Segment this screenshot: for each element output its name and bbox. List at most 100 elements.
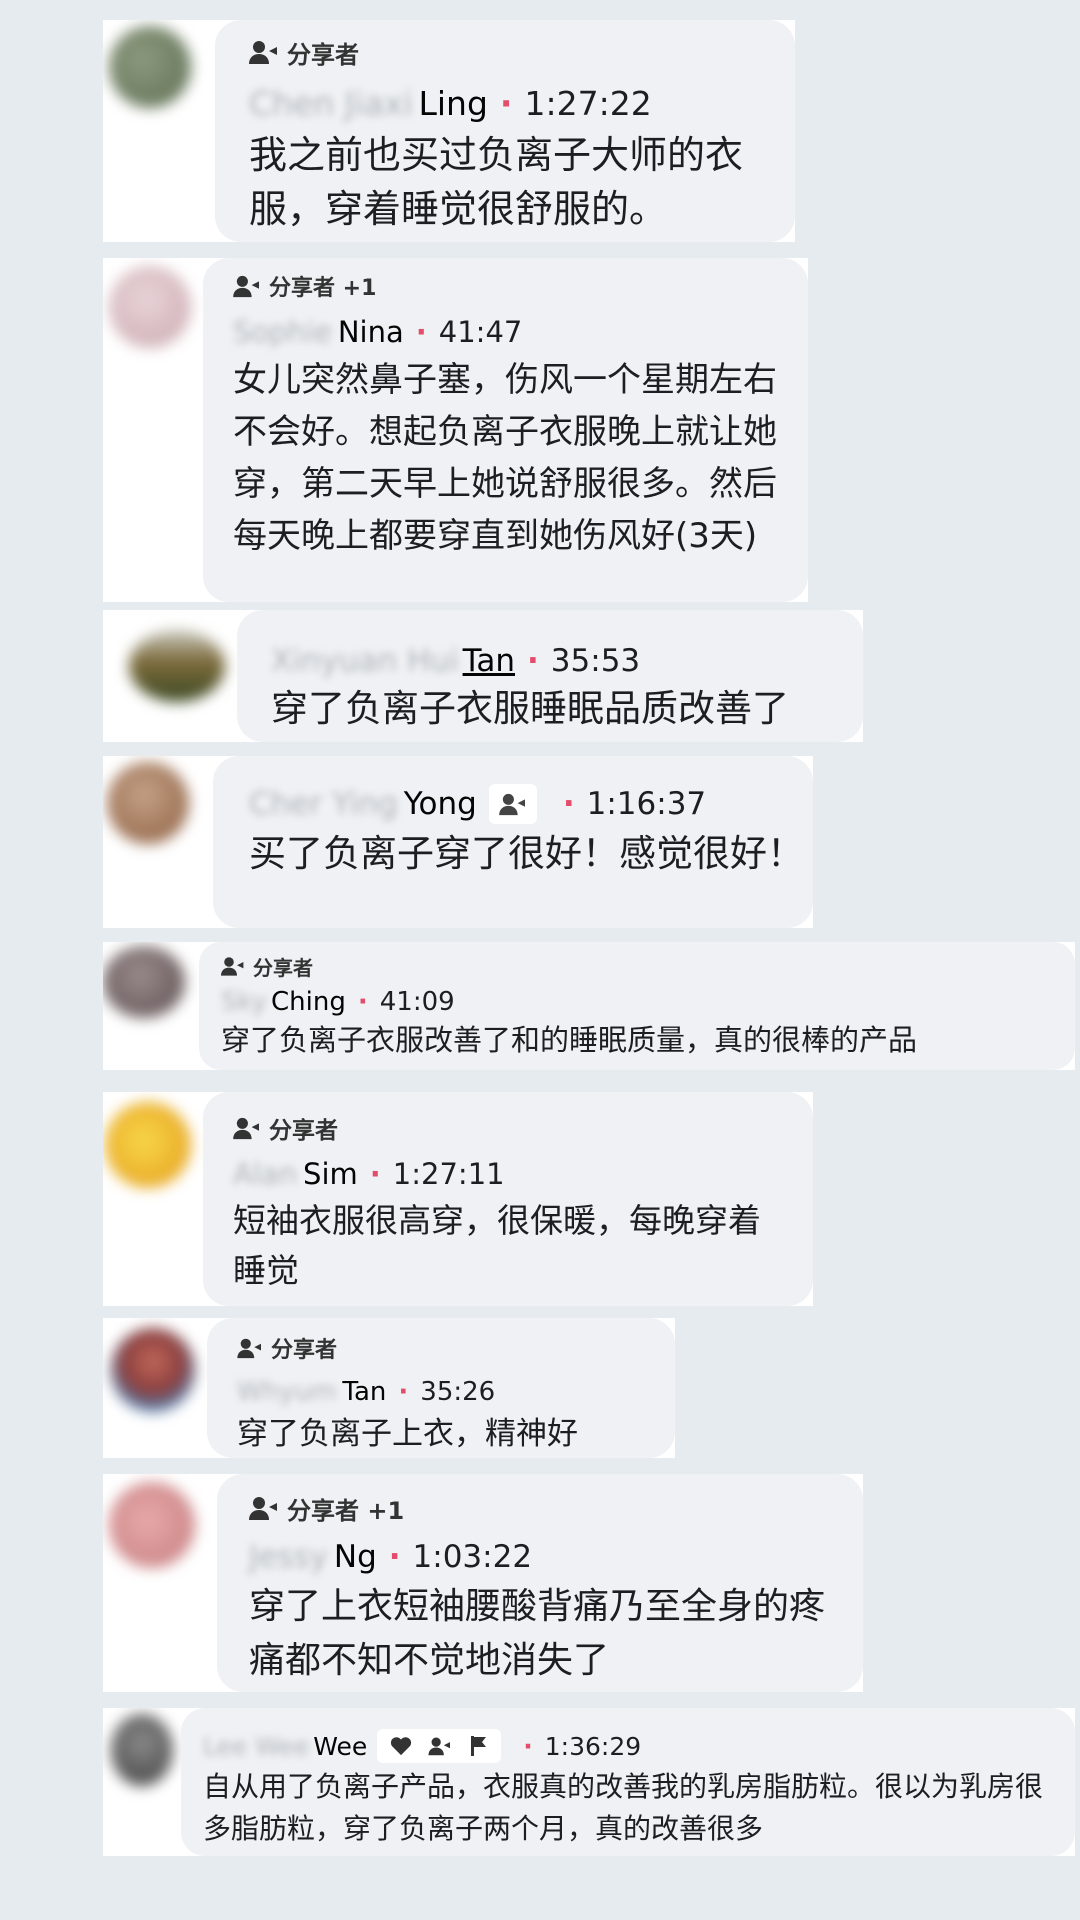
flag-icon: [470, 1736, 486, 1756]
badge-label: 分享者 +1: [269, 276, 377, 301]
avatar[interactable]: [129, 630, 225, 702]
separator-dot: ·: [527, 643, 539, 679]
author-name-blurred: Chen Jiaxi: [249, 83, 413, 123]
comment-meta: Lee Wee Wee · 1:36:29: [203, 1726, 1075, 1766]
badge-label: 分享者 +1: [287, 1496, 405, 1525]
author-name-blurred: Sky: [221, 987, 268, 1017]
author-name[interactable]: Tan: [342, 1377, 386, 1407]
badge-label: 分享者: [287, 40, 359, 69]
author-badge: 分享者: [249, 32, 795, 72]
author-name[interactable]: Ling: [419, 84, 488, 123]
author-badge: 分享者 +1: [233, 266, 808, 306]
comment-bubble: Lee Wee Wee · 1:36:29 自从用了负离子产品，衣服真的改善我的…: [181, 1708, 1075, 1856]
heart-icon: [390, 1737, 411, 1756]
comment-text: 穿了负离子衣服改善了和的睡眠质量，真的很棒的产品: [221, 1023, 918, 1057]
separator-dot: ·: [499, 83, 513, 123]
sharer-icon: [233, 1117, 259, 1140]
comment-item: Xinyuan Hui Tan · 35:53 穿了负离子衣服睡眠品质改善了: [103, 610, 863, 742]
separator-dot: ·: [357, 987, 368, 1017]
comment-item: 分享者 Alan Sim · 1:27:11 短袖衣服很高穿，很保暖，每晚穿着睡…: [103, 1092, 813, 1306]
avatar[interactable]: [109, 266, 191, 348]
comment-timestamp[interactable]: 1:27:11: [393, 1157, 505, 1191]
avatar[interactable]: [109, 26, 191, 108]
comment-meta: Sky Ching · 41:09: [221, 984, 1075, 1020]
comment-bubble: 分享者 +1 Jessy Ng · 1:03:22 穿了上衣短袖腰酸背痛乃至全身…: [217, 1474, 863, 1692]
author-name-blurred: Sophie: [233, 315, 332, 349]
comment-item: 分享者 Whyum Tan · 35:26 穿了负离子上衣，精神好: [103, 1318, 675, 1458]
sharer-icon: [221, 957, 244, 976]
comment-meta: Xinyuan Hui Tan · 35:53: [271, 638, 863, 684]
avatar[interactable]: [107, 762, 189, 844]
comment-bubble: Cher Ying Yong · 1:16:37 买了负离子穿了很好！感觉很好！: [213, 756, 813, 928]
author-name[interactable]: Wee: [313, 1732, 367, 1761]
comment-meta: Alan Sim · 1:27:11: [233, 1152, 813, 1196]
author-name[interactable]: Ng: [334, 1539, 377, 1575]
avatar[interactable]: [111, 1714, 173, 1786]
author-name-blurred: Lee Wee: [203, 1731, 310, 1761]
separator-dot: ·: [562, 786, 575, 822]
sharer-badge-icon[interactable]: [488, 784, 537, 824]
separator-dot: ·: [369, 1157, 381, 1191]
author-name[interactable]: Nina: [338, 315, 404, 349]
separator-dot: ·: [398, 1377, 409, 1407]
comment-meta: Sophie Nina · 41:47: [233, 310, 808, 354]
comment-timestamp[interactable]: 35:53: [551, 643, 640, 679]
author-badge: 分享者: [233, 1108, 813, 1148]
comment-bubble: 分享者 Chen Jiaxi Ling · 1:27:22 我之前也买过负离子大…: [215, 20, 795, 242]
author-badge: 分享者: [221, 950, 1075, 982]
comment-item: 分享者 Sky Ching · 41:09 穿了负离子衣服改善了和的睡眠质量，真…: [103, 942, 1075, 1070]
comment-timestamp[interactable]: 35:26: [420, 1377, 495, 1407]
comment-text: 自从用了负离子产品，衣服真的改善我的乳房脂肪粒。很以为乳房很多脂肪粒，穿了负离子…: [203, 1770, 1044, 1845]
comment-timestamp[interactable]: 1:27:22: [524, 84, 651, 123]
comment-item: 分享者 +1 Jessy Ng · 1:03:22 穿了上衣短袖腰酸背痛乃至全身…: [103, 1474, 863, 1692]
comment-item: Lee Wee Wee · 1:36:29 自从用了负离子产品，衣服真的改善我的…: [103, 1708, 1075, 1856]
comment-timestamp[interactable]: 41:47: [439, 315, 523, 349]
author-name-blurred: Whyum: [237, 1377, 337, 1407]
author-name[interactable]: Tan: [463, 643, 515, 679]
comment-meta: Chen Jiaxi Ling · 1:27:22: [249, 78, 795, 128]
author-badge: 分享者: [237, 1330, 675, 1366]
comment-bubble: 分享者 +1 Sophie Nina · 41:47 女儿突然鼻子塞，伤风一个星…: [203, 258, 808, 602]
author-name-blurred: Xinyuan Hui: [271, 643, 459, 679]
badge-label: 分享者: [269, 1118, 338, 1144]
avatar[interactable]: [111, 1328, 195, 1412]
badge-icons: [377, 1729, 502, 1763]
avatar[interactable]: [103, 946, 185, 1018]
separator-dot: ·: [523, 1731, 533, 1761]
comment-item: Cher Ying Yong · 1:16:37 买了负离子穿了很好！感觉很好！: [103, 756, 813, 928]
comment-text: 穿了负离子上衣，精神好: [237, 1416, 578, 1452]
sharer-icon: [237, 1338, 261, 1359]
sharer-icon: [249, 1497, 277, 1520]
comment-text: 我之前也买过负离子大师的衣服，穿着睡觉很舒服的。: [249, 133, 744, 231]
comment-timestamp[interactable]: 1:03:22: [413, 1539, 533, 1575]
comment-timestamp[interactable]: 1:16:37: [587, 786, 707, 822]
comment-text: 买了负离子穿了很好！感觉很好！: [249, 832, 804, 875]
comment-meta: Whyum Tan · 35:26: [237, 1372, 675, 1412]
comment-meta: Cher Ying Yong · 1:16:37: [249, 780, 813, 828]
comment-timestamp[interactable]: 1:36:29: [545, 1732, 641, 1761]
author-name-blurred: Cher Ying: [249, 786, 398, 822]
comment-bubble: 分享者 Sky Ching · 41:09 穿了负离子衣服改善了和的睡眠质量，真…: [199, 942, 1075, 1070]
comment-timestamp[interactable]: 41:09: [380, 987, 455, 1017]
author-name[interactable]: Ching: [271, 987, 346, 1017]
separator-dot: ·: [388, 1539, 401, 1575]
separator-dot: ·: [415, 315, 427, 349]
author-name[interactable]: Sim: [303, 1157, 358, 1191]
avatar[interactable]: [105, 1102, 191, 1188]
sharer-icon: [233, 275, 259, 298]
author-name[interactable]: Yong: [404, 786, 477, 822]
author-name-blurred: Alan: [233, 1157, 298, 1191]
comment-meta: Jessy Ng · 1:03:22: [249, 1534, 863, 1580]
avatar[interactable]: [109, 1482, 195, 1568]
comment-text: 穿了负离子衣服睡眠品质改善了: [271, 687, 789, 730]
sharer-icon: [428, 1737, 451, 1756]
author-badge: 分享者 +1: [249, 1488, 863, 1528]
comment-bubble: 分享者 Alan Sim · 1:27:11 短袖衣服很高穿，很保暖，每晚穿着睡…: [203, 1092, 813, 1306]
comment-text: 穿了上衣短袖腰酸背痛乃至全身的疼痛都不知不觉地消失了: [249, 1586, 826, 1681]
badge-label: 分享者: [271, 1338, 338, 1363]
sharer-icon: [499, 793, 525, 816]
comment-item: 分享者 +1 Sophie Nina · 41:47 女儿突然鼻子塞，伤风一个星…: [103, 258, 808, 602]
author-name-blurred: Jessy: [249, 1539, 328, 1575]
comment-text: 女儿突然鼻子塞，伤风一个星期左右不会好。想起负离子衣服晚上就让她穿，第二天早上她…: [233, 360, 777, 556]
comment-item: 分享者 Chen Jiaxi Ling · 1:27:22 我之前也买过负离子大…: [103, 20, 795, 242]
